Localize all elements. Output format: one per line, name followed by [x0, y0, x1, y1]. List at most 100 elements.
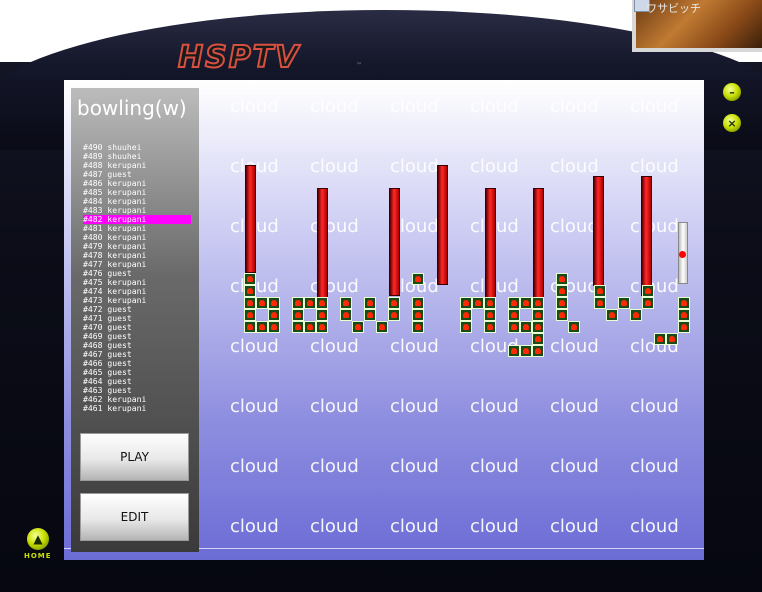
pin-block [520, 321, 532, 333]
cloud-text: cloud [390, 156, 439, 177]
pin-block [244, 309, 256, 321]
cloud-text: cloud [230, 456, 279, 477]
pin-block [268, 297, 280, 309]
pin-block [666, 333, 678, 345]
pin-block [304, 297, 316, 309]
cloud-text: cloud [390, 336, 439, 357]
corner-thumbnail-label: ワサビッチ [646, 2, 701, 15]
pin-block [556, 285, 568, 297]
pin-block [460, 309, 472, 321]
cloud-text: cloud [470, 396, 519, 417]
pin-block [508, 297, 520, 309]
hsptv-logo[interactable]: HSPTV [177, 39, 300, 76]
cloud-text: cloud [230, 396, 279, 417]
cloud-text: cloud [550, 336, 599, 357]
pin-block [532, 297, 544, 309]
score-list: #490 shuuhei #489 shuuhei #488 kerupani #48… [83, 143, 191, 413]
pin-block [520, 345, 532, 357]
pin-block [256, 321, 268, 333]
pin-block [256, 297, 268, 309]
pin-block [556, 309, 568, 321]
pin-block [292, 309, 304, 321]
pin-block [678, 309, 690, 321]
cloud-text: cloud [470, 456, 519, 477]
edit-button[interactable]: EDIT [80, 493, 189, 541]
cloud-text: cloud [630, 456, 679, 477]
pin-block [556, 273, 568, 285]
pin-block [594, 285, 606, 297]
cloud-text: cloud [630, 216, 679, 237]
pin-block [244, 273, 256, 285]
cloud-text: cloud [550, 516, 599, 537]
cloud-text: cloud [550, 456, 599, 477]
cloud-text: cloud [230, 516, 279, 537]
side-panel: bowling(w) #490 shuuhei #489 shuuhei #488 … [71, 88, 199, 552]
pin-block [508, 309, 520, 321]
cloud-text: cloud [630, 396, 679, 417]
pin-block [484, 321, 496, 333]
power-bar [437, 165, 448, 285]
pin-block [352, 321, 364, 333]
pin-block [316, 321, 328, 333]
pin-block [532, 309, 544, 321]
pin-block [292, 297, 304, 309]
pin-block [508, 345, 520, 357]
pin-block [316, 297, 328, 309]
cloud-text: cloud [630, 96, 679, 117]
pin-block [678, 321, 690, 333]
cloud-text: cloud [550, 96, 599, 117]
pin-block [532, 321, 544, 333]
pin-block [412, 321, 424, 333]
pin-block [654, 333, 666, 345]
cloud-text: cloud [550, 216, 599, 237]
cloud-text: cloud [230, 96, 279, 117]
logo-trademark: ™ [356, 62, 362, 69]
cloud-text: cloud [390, 516, 439, 537]
cloud-text: cloud [230, 336, 279, 357]
pin-block [292, 321, 304, 333]
pin-block [268, 309, 280, 321]
game-title: bowling(w) [77, 96, 187, 120]
pin-block [678, 297, 690, 309]
cloud-text: cloud [470, 516, 519, 537]
pin-block [508, 321, 520, 333]
pin-block [388, 297, 400, 309]
pin-block [316, 309, 328, 321]
pin-block [520, 297, 532, 309]
cloud-text: cloud [390, 96, 439, 117]
cloud-text: cloud [310, 456, 359, 477]
aim-ball [679, 251, 686, 258]
game-screen[interactable]: cloud cloud cloud cloud cloud cloud cloud cloud… [64, 80, 704, 560]
home-label[interactable]: HOME [24, 552, 52, 560]
power-bar [485, 188, 496, 306]
pin-block [244, 297, 256, 309]
cloud-text: cloud [550, 156, 599, 177]
cloud-text: cloud [310, 96, 359, 117]
pin-block [630, 309, 642, 321]
cloud-text: cloud [390, 456, 439, 477]
pin-block [340, 309, 352, 321]
pin-block [304, 321, 316, 333]
pin-block [244, 285, 256, 297]
pin-block [412, 273, 424, 285]
play-button[interactable]: PLAY [80, 433, 189, 481]
cloud-text: cloud [550, 396, 599, 417]
cloud-text: cloud [310, 516, 359, 537]
cloud-text: cloud [310, 336, 359, 357]
pin-block [460, 297, 472, 309]
corner-thumbnail[interactable]: ワサビッチ [632, 0, 762, 52]
home-icon[interactable]: ▲ [27, 528, 49, 550]
pin-block [606, 309, 618, 321]
pin-block [532, 333, 544, 345]
minimize-icon[interactable]: – [723, 83, 741, 101]
close-icon[interactable]: × [723, 114, 741, 132]
pin-block [244, 321, 256, 333]
cloud-text: cloud [310, 396, 359, 417]
score-row[interactable]: #461 kerupani [83, 404, 191, 413]
pin-block [460, 321, 472, 333]
cloud-text: cloud [310, 156, 359, 177]
pin-block [364, 297, 376, 309]
pin-block [340, 297, 352, 309]
pin-block [388, 309, 400, 321]
power-bar [641, 176, 652, 296]
